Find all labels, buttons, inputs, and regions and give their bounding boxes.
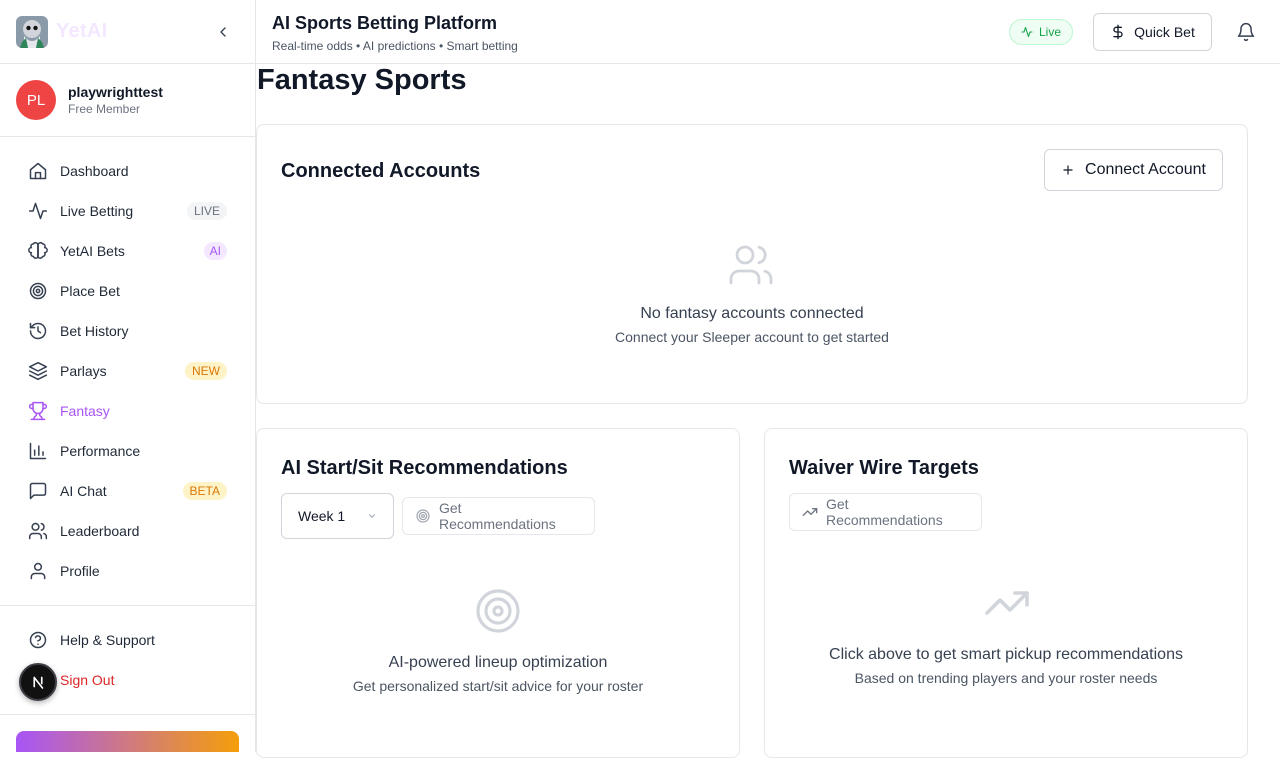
sidebar-item-ai-chat[interactable]: AI Chat BETA bbox=[0, 471, 255, 511]
top-header: AI Sports Betting Platform Real-time odd… bbox=[256, 0, 1280, 64]
sidebar-item-dashboard[interactable]: Dashboard bbox=[0, 151, 255, 191]
target-icon bbox=[416, 509, 430, 523]
brand-logo bbox=[16, 15, 48, 48]
sidebar-item-profile[interactable]: Profile bbox=[0, 551, 255, 591]
user-name: playwrighttest bbox=[68, 84, 163, 100]
target-empty-icon bbox=[474, 587, 522, 635]
live-badge: LIVE bbox=[186, 202, 227, 220]
sidebar-item-label: YetAI Bets bbox=[60, 243, 125, 259]
empty-title: AI-powered lineup optimization bbox=[388, 654, 608, 671]
page-title: Fantasy Sports bbox=[257, 64, 467, 96]
sidebar-item-label: Leaderboard bbox=[60, 523, 140, 539]
user-role: Free Member bbox=[68, 102, 141, 116]
sidebar-nav: Dashboard Live Betting LIVE YetAI Bets A… bbox=[0, 137, 255, 591]
users-icon bbox=[28, 522, 48, 540]
week-select-value: Week 1 bbox=[298, 508, 346, 524]
sidebar-item-label: Fantasy bbox=[60, 403, 110, 419]
sidebar-item-label: Bet History bbox=[60, 323, 129, 339]
beta-badge: BETA bbox=[182, 482, 227, 500]
sidebar-item-label: AI Chat bbox=[60, 483, 107, 499]
layers-icon bbox=[28, 361, 48, 381]
help-circle-icon bbox=[29, 631, 47, 649]
waiver-wire-card: Waiver Wire Targets Get Recommendations … bbox=[764, 428, 1248, 758]
sidebar-item-leaderboard[interactable]: Leaderboard bbox=[0, 511, 255, 551]
empty-subtitle: Connect your Sleeper account to get star… bbox=[615, 329, 889, 345]
start-sit-title: AI Start/Sit Recommendations bbox=[281, 457, 568, 479]
sidebar-item-yetai-bets[interactable]: YetAI Bets AI bbox=[0, 231, 255, 271]
live-status-badge: Live bbox=[1009, 19, 1074, 45]
waiver-empty-state: Click above to get smart pickup recommen… bbox=[765, 646, 1247, 686]
help-support-link[interactable]: Help & Support bbox=[0, 620, 255, 660]
activity-icon bbox=[28, 202, 48, 220]
waiver-recommendations-button[interactable]: Get Recommendations bbox=[789, 493, 982, 531]
start-sit-button-label: Get Recommendations bbox=[438, 500, 556, 532]
sidebar-item-parlays[interactable]: Parlays NEW bbox=[0, 351, 255, 391]
start-sit-recommendations-button[interactable]: Get Recommendations bbox=[402, 497, 595, 535]
week-select[interactable]: Week 1 bbox=[281, 493, 394, 539]
sidebar-item-bet-history[interactable]: Bet History bbox=[0, 311, 255, 351]
message-square-icon bbox=[29, 482, 47, 500]
connect-account-button[interactable]: Connect Account bbox=[1044, 149, 1223, 191]
live-label: Live bbox=[1039, 25, 1062, 39]
empty-subtitle: Get personalized start/sit advice for yo… bbox=[352, 678, 644, 694]
sidebar-item-label: Profile bbox=[60, 563, 100, 579]
bell-icon bbox=[1237, 22, 1255, 42]
user-icon bbox=[30, 562, 46, 580]
ai-badge: AI bbox=[203, 242, 227, 260]
notifications-button[interactable] bbox=[1236, 22, 1256, 42]
empty-title: No fantasy accounts connected bbox=[640, 305, 864, 322]
brain-icon bbox=[28, 241, 48, 259]
brand-name: YetAI bbox=[56, 20, 108, 42]
start-sit-empty-state: AI-powered lineup optimization Get perso… bbox=[257, 654, 739, 694]
sidebar-item-label: Live Betting bbox=[60, 203, 134, 219]
sidebar-divider-bottom bbox=[0, 714, 255, 715]
plus-icon bbox=[1063, 165, 1073, 175]
connect-account-label: Connect Account bbox=[1085, 161, 1206, 178]
connected-accounts-title: Connected Accounts bbox=[281, 160, 481, 182]
avatar: PL bbox=[16, 80, 56, 120]
trending-up-icon bbox=[802, 508, 818, 516]
chevron-left-icon bbox=[220, 26, 226, 37]
chevron-down-icon bbox=[369, 514, 375, 518]
users-empty-icon bbox=[727, 241, 775, 289]
connected-empty-state: No fantasy accounts connected Connect yo… bbox=[257, 305, 1247, 345]
user-card[interactable]: PL playwrighttest Free Member bbox=[0, 64, 255, 137]
collapse-sidebar-button[interactable] bbox=[211, 20, 235, 44]
home-icon bbox=[29, 162, 47, 180]
nextjs-devtools-icon[interactable] bbox=[19, 663, 57, 701]
sidebar-header: YetAI bbox=[0, 0, 255, 64]
sidebar-item-label: Parlays bbox=[60, 363, 107, 379]
dollar-icon bbox=[1113, 24, 1123, 40]
sidebar-item-live-betting[interactable]: Live Betting LIVE bbox=[0, 191, 255, 231]
activity-icon bbox=[1021, 26, 1033, 38]
sign-out-label: Sign Out bbox=[60, 672, 115, 688]
waiver-button-label: Get Recommendations bbox=[825, 496, 943, 528]
sidebar: YetAI PL playwrighttest Free Member Dash… bbox=[0, 0, 256, 752]
sidebar-divider bbox=[0, 605, 255, 606]
sidebar-item-fantasy[interactable]: Fantasy bbox=[0, 391, 255, 431]
start-sit-card: AI Start/Sit Recommendations Week 1 Get … bbox=[256, 428, 740, 758]
app-title: AI Sports Betting Platform bbox=[272, 13, 498, 33]
trophy-icon bbox=[28, 401, 48, 421]
connected-accounts-card: Connected Accounts Connect Account No fa… bbox=[256, 124, 1248, 404]
waiver-wire-title: Waiver Wire Targets bbox=[789, 457, 979, 479]
trending-up-empty-icon bbox=[983, 579, 1031, 627]
app-subtitle: Real-time odds • AI predictions • Smart … bbox=[272, 39, 518, 53]
upgrade-banner[interactable] bbox=[16, 731, 239, 752]
empty-subtitle: Based on trending players and your roste… bbox=[854, 670, 1158, 686]
sidebar-item-label: Dashboard bbox=[60, 163, 129, 179]
target-icon bbox=[29, 282, 47, 300]
quick-bet-button[interactable]: Quick Bet bbox=[1093, 13, 1212, 51]
history-icon bbox=[29, 322, 47, 340]
sidebar-item-place-bet[interactable]: Place Bet bbox=[0, 271, 255, 311]
sidebar-item-label: Performance bbox=[60, 443, 141, 459]
help-label: Help & Support bbox=[60, 632, 155, 648]
sidebar-item-performance[interactable]: Performance bbox=[0, 431, 255, 471]
quick-bet-label: Quick Bet bbox=[1134, 24, 1195, 40]
bar-chart-icon bbox=[29, 442, 47, 460]
new-badge: NEW bbox=[185, 362, 227, 380]
sidebar-item-label: Place Bet bbox=[60, 283, 120, 299]
empty-title: Click above to get smart pickup recommen… bbox=[829, 646, 1183, 663]
